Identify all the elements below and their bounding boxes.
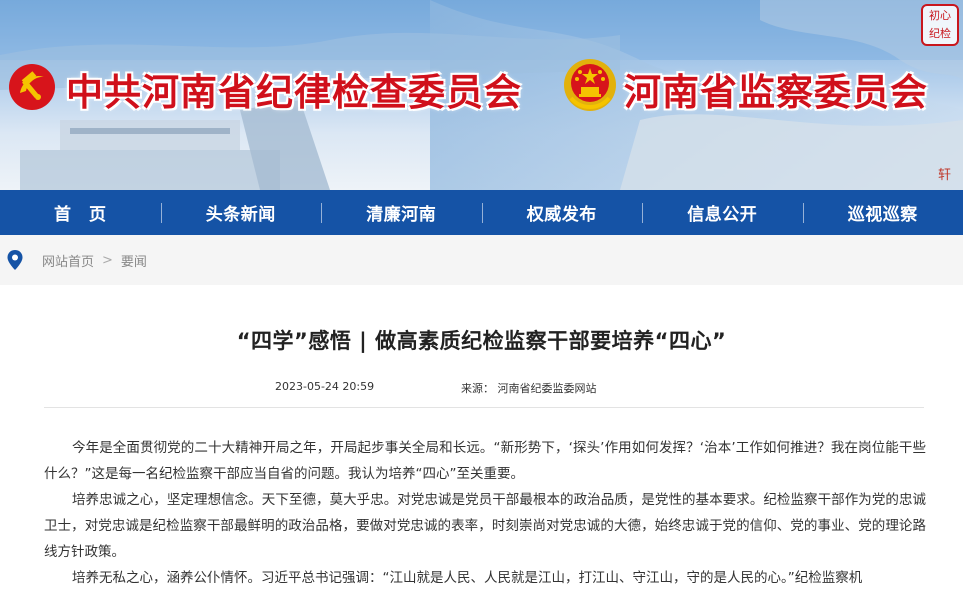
nav-item-headlines[interactable]: 头条新闻 — [160, 190, 322, 235]
article-title: “四学”感悟 | 做高素质纪检监察干部要培养“四心” — [236, 329, 727, 353]
party-emblem-icon — [9, 64, 55, 110]
breadcrumb-home-link[interactable]: 网站首页 — [42, 251, 94, 270]
nav-item-info-disclosure[interactable]: 信息公开 — [642, 190, 803, 235]
article-source: 来源： 河南省纪委监委网站 — [461, 382, 597, 395]
nav-item-inspection[interactable]: 巡视巡察 — [802, 190, 963, 235]
title-divider — [44, 407, 924, 408]
nav-item-clean-henan[interactable]: 清廉河南 — [321, 190, 482, 235]
corner-mark: 轩 — [938, 168, 952, 183]
seal-stamp: 初心 纪检 — [921, 4, 959, 46]
nav-item-releases[interactable]: 权威发布 — [481, 190, 643, 235]
header-banner: 中共河南省纪律检查委员会 河南省监察委员会 初心 纪检 轩 — [0, 0, 963, 190]
nav-item-home[interactable]: 首 页 — [0, 190, 161, 235]
article-container: “四学”感悟 | 做高素质纪检监察干部要培养“四心” 2023-05-24 20… — [6, 285, 957, 606]
location-pin-icon — [7, 250, 23, 270]
article-paragraph: 培养忠诚之心，坚定理想信念。天下至德，莫大乎忠。对党忠诚是党员干部最根本的政治品… — [44, 492, 926, 560]
header-title-right: 河南省监察委员会 — [624, 70, 928, 114]
header-title-left: 中共河南省纪律检查委员会 — [66, 70, 522, 114]
breadcrumb-separator: > — [102, 252, 113, 268]
article-date: 2023-05-24 20:59 — [275, 380, 375, 393]
article-body: 今年是全面贯彻党的二十大精神开局之年，开局起步事关全局和长远。“新形势下，‘探头… — [44, 435, 926, 591]
breadcrumb-current-link[interactable]: 要闻 — [121, 251, 147, 270]
article-paragraph: 今年是全面贯彻党的二十大精神开局之年，开局起步事关全局和长远。“新形势下，‘探头… — [44, 440, 926, 482]
breadcrumb: 网站首页 > 要闻 — [0, 235, 963, 285]
main-nav: 首 页 头条新闻 清廉河南 权威发布 信息公开 巡视巡察 — [0, 190, 963, 235]
article-paragraph: 培养无私之心，涵养公仆情怀。习近平总书记强调：“江山就是人民、人民就是江山，打江… — [72, 570, 863, 586]
national-emblem-icon — [564, 59, 616, 111]
